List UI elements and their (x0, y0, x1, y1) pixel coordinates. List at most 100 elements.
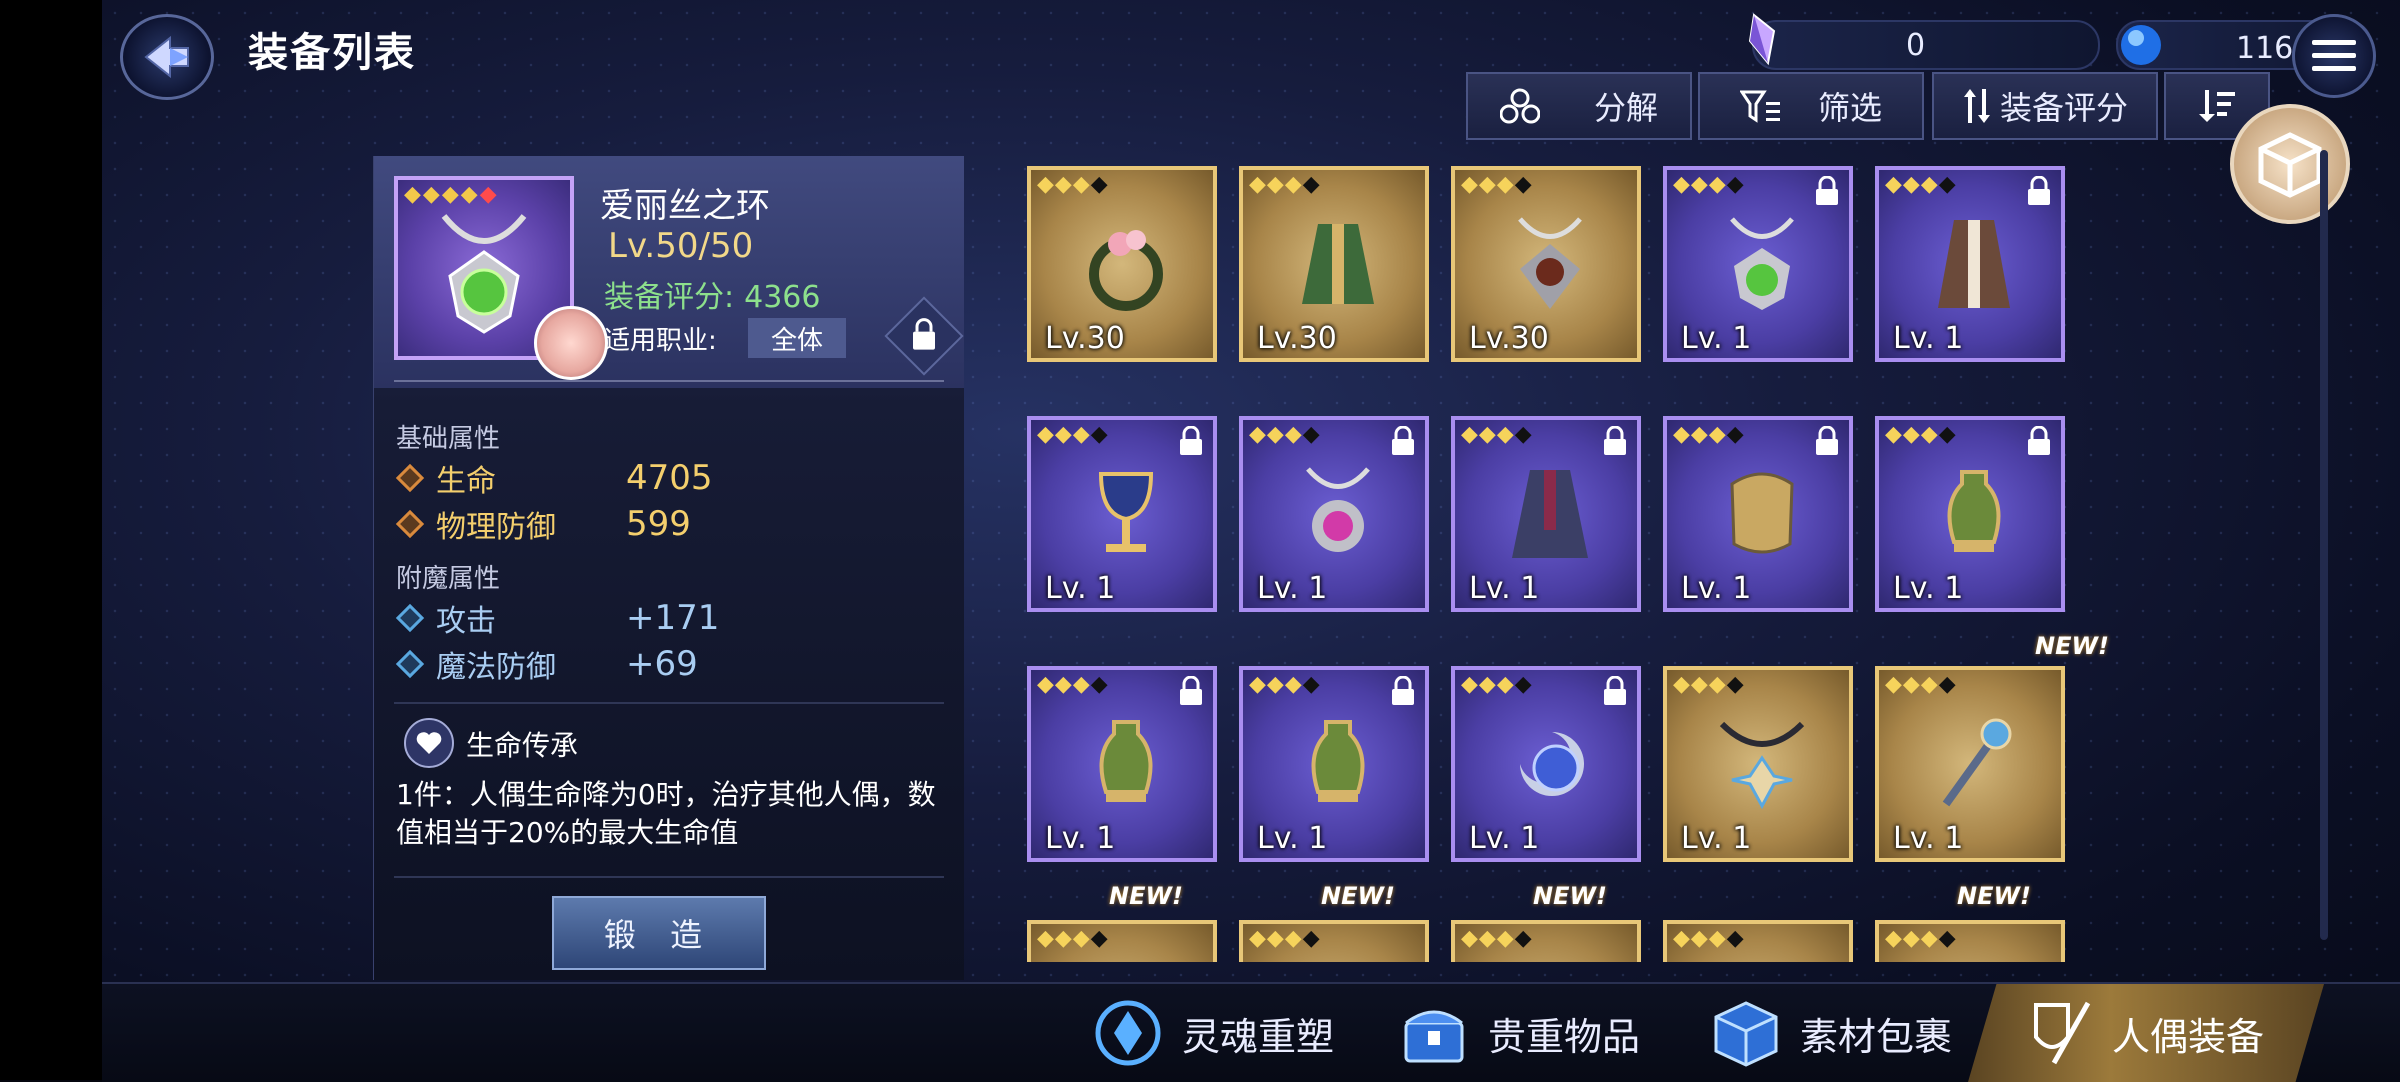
filter-button[interactable]: 筛选 (1698, 72, 1924, 140)
equipment-card[interactable]: ◆ ◆ ◆ ◆ Lv. 1 (1663, 416, 1853, 612)
equipment-card-partial[interactable]: ◆ ◆ ◆ ◆ (1875, 920, 2065, 962)
equipment-card[interactable]: ◆ ◆ ◆ ◆ Lv. 1 (1027, 666, 1217, 862)
filter-icon (1739, 90, 1780, 123)
heart-icon (416, 732, 442, 754)
decompose-button[interactable]: 分解 (1466, 72, 1692, 140)
doll-equipment-icon (2034, 1001, 2091, 1065)
equipment-card[interactable]: ◆ ◆ ◆ ◆ Lv. 1 (1875, 666, 2065, 862)
blue-orb-icon (2121, 25, 2161, 65)
attr-row-pdef: 物理防御 599 (395, 502, 691, 546)
new-badge: NEW! (1321, 882, 1395, 910)
robe-icon (1302, 224, 1374, 304)
card-star-rating: ◆ ◆ ◆ ◆ (1249, 672, 1320, 697)
hamburger-menu-icon (2312, 40, 2356, 71)
lock-icon (1392, 426, 1414, 455)
lock-icon (2028, 426, 2050, 455)
diamond-bullet-icon (395, 603, 425, 633)
green-gem-amulet-icon (441, 214, 527, 334)
card-star-rating: ◆ ◆ ◆ ◆ (1037, 422, 1108, 447)
equipment-card[interactable]: ◆ ◆ ◆ ◆ Lv. 1 (1239, 416, 1429, 612)
grid-scrollbar[interactable] (2320, 150, 2328, 940)
card-level: Lv. 1 (1469, 821, 1540, 856)
nav-label: 人偶装备 (2112, 1014, 2265, 1059)
crystal-amount: 0 (1906, 27, 1926, 63)
card-star-rating: ◆ ◆ ◆ ◆ (1673, 672, 1744, 697)
attr-value: 4705 (626, 458, 713, 498)
sort-by-score-button[interactable]: 装备评分 (1932, 72, 2158, 140)
lock-icon (1604, 676, 1626, 705)
doll-avatar[interactable] (534, 306, 608, 380)
new-badge: NEW! (2035, 632, 2109, 660)
coat-icon (1938, 220, 2010, 308)
chalice-icon (1098, 472, 1154, 552)
divider (394, 702, 944, 704)
equipment-card-partial[interactable]: ◆ ◆ ◆ ◆ (1663, 920, 1853, 962)
equipment-card[interactable]: ◆ ◆ ◆ ◆ Lv. 1 (1663, 166, 1853, 362)
equipment-card[interactable]: ◆ ◆ ◆ ◆ Lv. 1 (1451, 666, 1641, 862)
card-level: Lv.30 (1469, 321, 1549, 356)
sort-descending-icon (2199, 90, 2235, 122)
base-attributes-heading: 基础属性 (396, 424, 501, 454)
card-level: Lv.30 (1045, 321, 1125, 356)
equipment-card[interactable]: ◆ ◆ ◆ ◆ Lv. 1 (1875, 416, 2065, 612)
attr-name: 攻击 (436, 604, 496, 639)
attr-name: 物理防御 (436, 510, 556, 545)
card-level: Lv. 1 (1893, 321, 1964, 356)
job-tag: 全体 (748, 318, 846, 358)
crystal-currency[interactable]: 0 (1748, 13, 2100, 70)
card-star-rating: ◆ ◆ ◆ ◆ (1673, 422, 1744, 447)
equipment-card-partial[interactable]: ◆ ◆ ◆ ◆ (1451, 920, 1641, 962)
equipment-card[interactable]: ◆ ◆ ◆ ◆ Lv.30 (1239, 166, 1429, 362)
card-level: Lv. 1 (1469, 571, 1540, 606)
new-badge: NEW! (1957, 882, 2031, 910)
back-button[interactable] (120, 14, 214, 100)
equipment-card-partial[interactable]: ◆ ◆ ◆ ◆ (1239, 920, 1429, 962)
amulet-icon (1518, 217, 1582, 309)
equipment-grid: ◆ ◆ ◆ ◆ Lv.30 ◆ ◆ ◆ ◆ Lv.30 ◆ ◆ ◆ ◆ Lv.30 ◆ ◆ ◆ ◆ Lv. 1 ◆ ◆ ◆ ◆… (1027, 166, 2137, 962)
new-badge: NEW! (1533, 882, 1607, 910)
equipment-card[interactable]: ◆ ◆ ◆ ◆ Lv.30 (1451, 166, 1641, 362)
nav-doll-equipment[interactable]: 人偶装备 (1968, 984, 2325, 1082)
material-box-icon (1714, 1001, 1778, 1067)
nav-label: 素材包裹 (1800, 1014, 1953, 1059)
lock-icon (1816, 176, 1838, 205)
nav-valuables[interactable]: 贵重物品 (1398, 984, 1640, 1082)
equipment-card[interactable]: ◆ ◆ ◆ ◆ Lv. 1 (1239, 666, 1429, 862)
staff-icon (1942, 718, 2012, 807)
diamond-bullet-icon (395, 649, 425, 679)
vase-icon (1099, 720, 1153, 802)
attr-name: 魔法防御 (436, 650, 556, 685)
ring-icon (1089, 230, 1163, 311)
equipment-card[interactable]: ◆ ◆ ◆ ◆ Lv.30 (1027, 166, 1217, 362)
equipment-card[interactable]: ◆ ◆ ◆ ◆ Lv. 1 (1451, 416, 1641, 612)
set-effect-description: 1件：人偶生命降为0时，治疗其他人偶，数值相当于20%的最大生命值 (396, 778, 936, 849)
equipment-card[interactable]: ◆ ◆ ◆ ◆ Lv. 1 (1663, 666, 1853, 862)
forge-button[interactable]: 锻 造 (552, 896, 766, 970)
card-star-rating: ◆ ◆ ◆ ◆ (1461, 422, 1532, 447)
menu-button[interactable] (2292, 14, 2376, 98)
nav-soul-reshape[interactable]: 灵魂重塑 (1092, 984, 1334, 1082)
card-star-rating: ◆ ◆ ◆ ◆ (1673, 926, 1744, 951)
card-star-rating: ◆ ◆ ◆ ◆ (1461, 926, 1532, 951)
vase-icon (1947, 470, 2001, 552)
card-star-rating: ◆ ◆ ◆ ◆ (1885, 422, 1956, 447)
equipment-card[interactable]: ◆ ◆ ◆ ◆ Lv. 1 (1875, 166, 2065, 362)
card-level: Lv. 1 (1681, 321, 1752, 356)
armor-icon (1730, 472, 1794, 554)
equipment-card[interactable]: ◆ ◆ ◆ ◆ Lv. 1 (1027, 416, 1217, 612)
nav-label: 贵重物品 (1488, 1014, 1641, 1059)
card-star-rating: ◆ ◆ ◆ ◆ (1461, 172, 1532, 197)
card-star-rating: ◆ ◆ ◆ ◆ (1249, 172, 1320, 197)
nav-material-bag[interactable]: 素材包裹 (1710, 984, 1952, 1082)
crystal-icon (1748, 13, 1776, 66)
card-star-rating: ◆ ◆ ◆ ◆ (1037, 926, 1108, 951)
tailcoat-icon (1512, 470, 1588, 558)
equipment-detail-panel: ◆ ◆ ◆ ◆ ◆ 爱丽丝之环 Lv.50/50 装备评分: 4366 适用职业: 全体 … (373, 156, 964, 980)
card-level: Lv.30 (1257, 321, 1337, 356)
sort-arrows-icon (1963, 89, 1990, 123)
item-name: 爱丽丝之环 (600, 186, 770, 226)
cube-button[interactable] (2230, 104, 2350, 224)
card-star-rating: ◆ ◆ ◆ ◆ (1461, 672, 1532, 697)
card-star-rating: ◆ ◆ ◆ ◆ (1885, 926, 1956, 951)
equipment-card-partial[interactable]: ◆ ◆ ◆ ◆ (1027, 920, 1217, 962)
